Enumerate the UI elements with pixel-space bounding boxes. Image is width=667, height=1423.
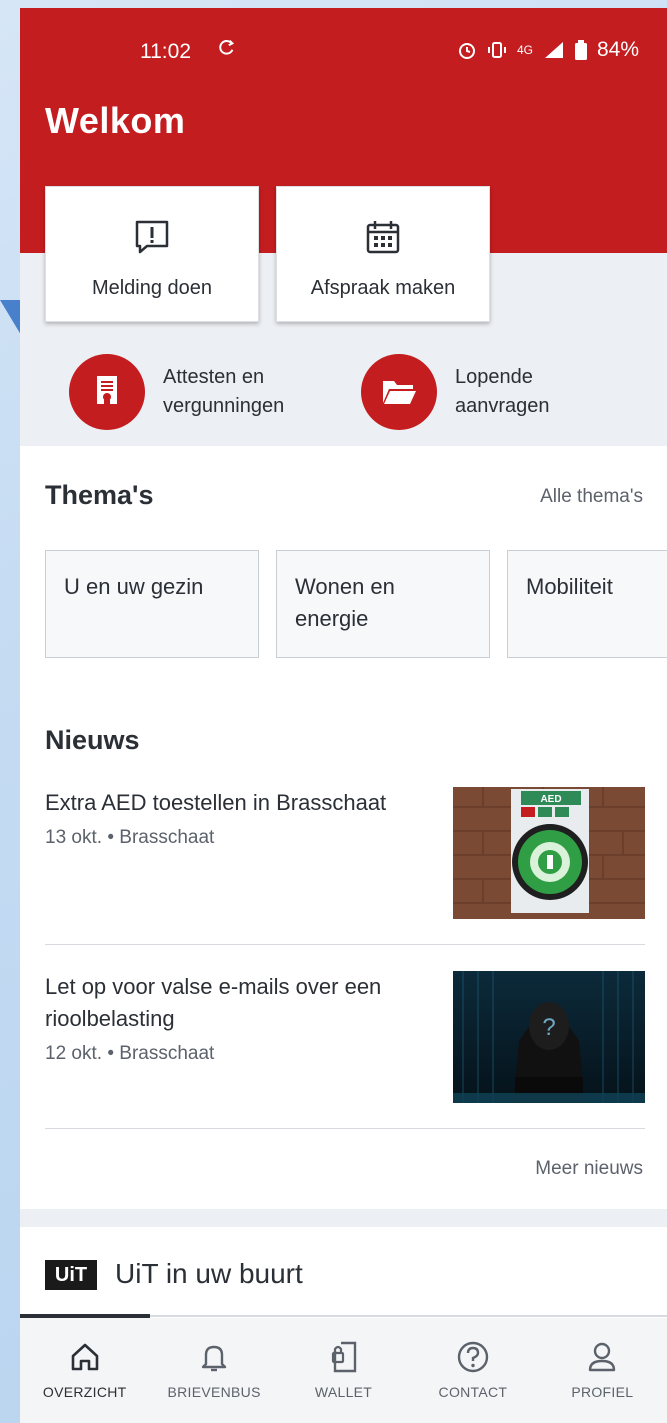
bell-icon	[201, 1345, 227, 1372]
more-news-link[interactable]: Meer nieuws	[535, 1158, 643, 1180]
folder-icon	[361, 354, 437, 430]
status-icons: 4G 84%	[457, 38, 639, 62]
news-item-date: 13 okt.	[45, 827, 103, 848]
nav-contact[interactable]: CONTACT	[408, 1318, 537, 1423]
nav-wallet[interactable]: WALLET	[279, 1318, 408, 1423]
nav-label: WALLET	[314, 1384, 373, 1400]
news-divider	[45, 1128, 645, 1129]
home-icon	[71, 1343, 99, 1371]
nav-label: PROFIEL	[571, 1384, 634, 1400]
svg-text:AED: AED	[540, 794, 561, 805]
app-header: 11:02 4G 84% Welkom	[20, 8, 667, 176]
nav-label: OVERZICHT	[42, 1384, 127, 1400]
battery-icon	[574, 40, 587, 60]
afspraak-maken-label: Afspraak maken	[310, 277, 456, 299]
news-title: Nieuws	[45, 725, 140, 755]
melding-doen-button[interactable]: Melding doen	[45, 186, 259, 322]
battery-percent: 84%	[596, 38, 639, 61]
hacker-photo: ?	[453, 971, 645, 1103]
nav-profiel[interactable]: PROFIEL	[538, 1318, 667, 1423]
news-item-title: Extra AED toestellen in Brasschaat	[45, 790, 387, 815]
aed-photo: AED	[453, 787, 645, 919]
news-item[interactable]: Extra AED toestellen in Brasschaat 13 ok…	[45, 787, 645, 937]
theme-card[interactable]: Wonen en energie	[276, 550, 490, 658]
afspraak-maken-button[interactable]: Afspraak maken	[276, 186, 490, 322]
signal-icon	[544, 42, 563, 58]
attesten-vergunningen-link[interactable]: Attesten en vergunningen	[69, 354, 333, 430]
news-item[interactable]: Let op voor valse e-mails over een riool…	[45, 971, 645, 1121]
svg-text:?: ?	[542, 1014, 555, 1041]
theme-card[interactable]: U en uw gezin	[45, 550, 259, 658]
section-separator	[20, 1209, 667, 1227]
uit-title: UiT in uw buurt	[115, 1258, 303, 1289]
uit-logo: UiT	[45, 1260, 97, 1290]
themes-title: Thema's	[45, 480, 154, 510]
report-icon	[135, 220, 169, 254]
alarm-icon	[458, 43, 475, 59]
attesten-vergunningen-label: Attesten en vergunningen	[163, 366, 285, 417]
nav-overzicht[interactable]: OVERZICHT	[20, 1318, 149, 1423]
page-title: Welkom	[45, 100, 186, 141]
bottom-navigation: OVERZICHT BRIEVENBUS WALLET CONTACT PROF…	[20, 1318, 667, 1423]
tab-indicator-track	[150, 1315, 667, 1317]
vibrate-icon	[487, 42, 506, 58]
network-label: 4G	[516, 43, 533, 57]
wallet-icon	[331, 1341, 356, 1373]
help-icon	[457, 1341, 489, 1373]
nav-brievenbus[interactable]: BRIEVENBUS	[149, 1318, 278, 1423]
theme-card[interactable]: Mobiliteit	[507, 550, 667, 658]
melding-doen-label: Melding doen	[91, 277, 213, 299]
news-divider	[45, 944, 645, 945]
profile-icon	[589, 1342, 616, 1372]
nav-label: CONTACT	[438, 1384, 508, 1400]
lopende-aanvragen-link[interactable]: Lopende aanvragen	[361, 354, 625, 430]
meta-separator: •	[107, 1043, 120, 1064]
news-item-date: 12 okt.	[45, 1043, 103, 1064]
nav-label: BRIEVENBUS	[167, 1384, 261, 1400]
calendar-icon	[366, 221, 400, 254]
news-item-location: Brasschaat	[119, 1043, 215, 1064]
status-time: 11:02	[140, 40, 191, 63]
lopende-aanvragen-label: Lopende aanvragen	[455, 366, 550, 417]
sync-icon	[219, 39, 235, 55]
news-item-location: Brasschaat	[119, 827, 215, 848]
meta-separator: •	[107, 827, 120, 848]
all-themes-link[interactable]: Alle thema's	[540, 486, 643, 508]
app-screen: 11:02 4G 84% Welkom Melding doen Afspraa…	[20, 8, 667, 1423]
news-item-title: Let op voor valse e-mails over een riool…	[45, 974, 382, 1031]
certificate-icon	[69, 354, 145, 430]
